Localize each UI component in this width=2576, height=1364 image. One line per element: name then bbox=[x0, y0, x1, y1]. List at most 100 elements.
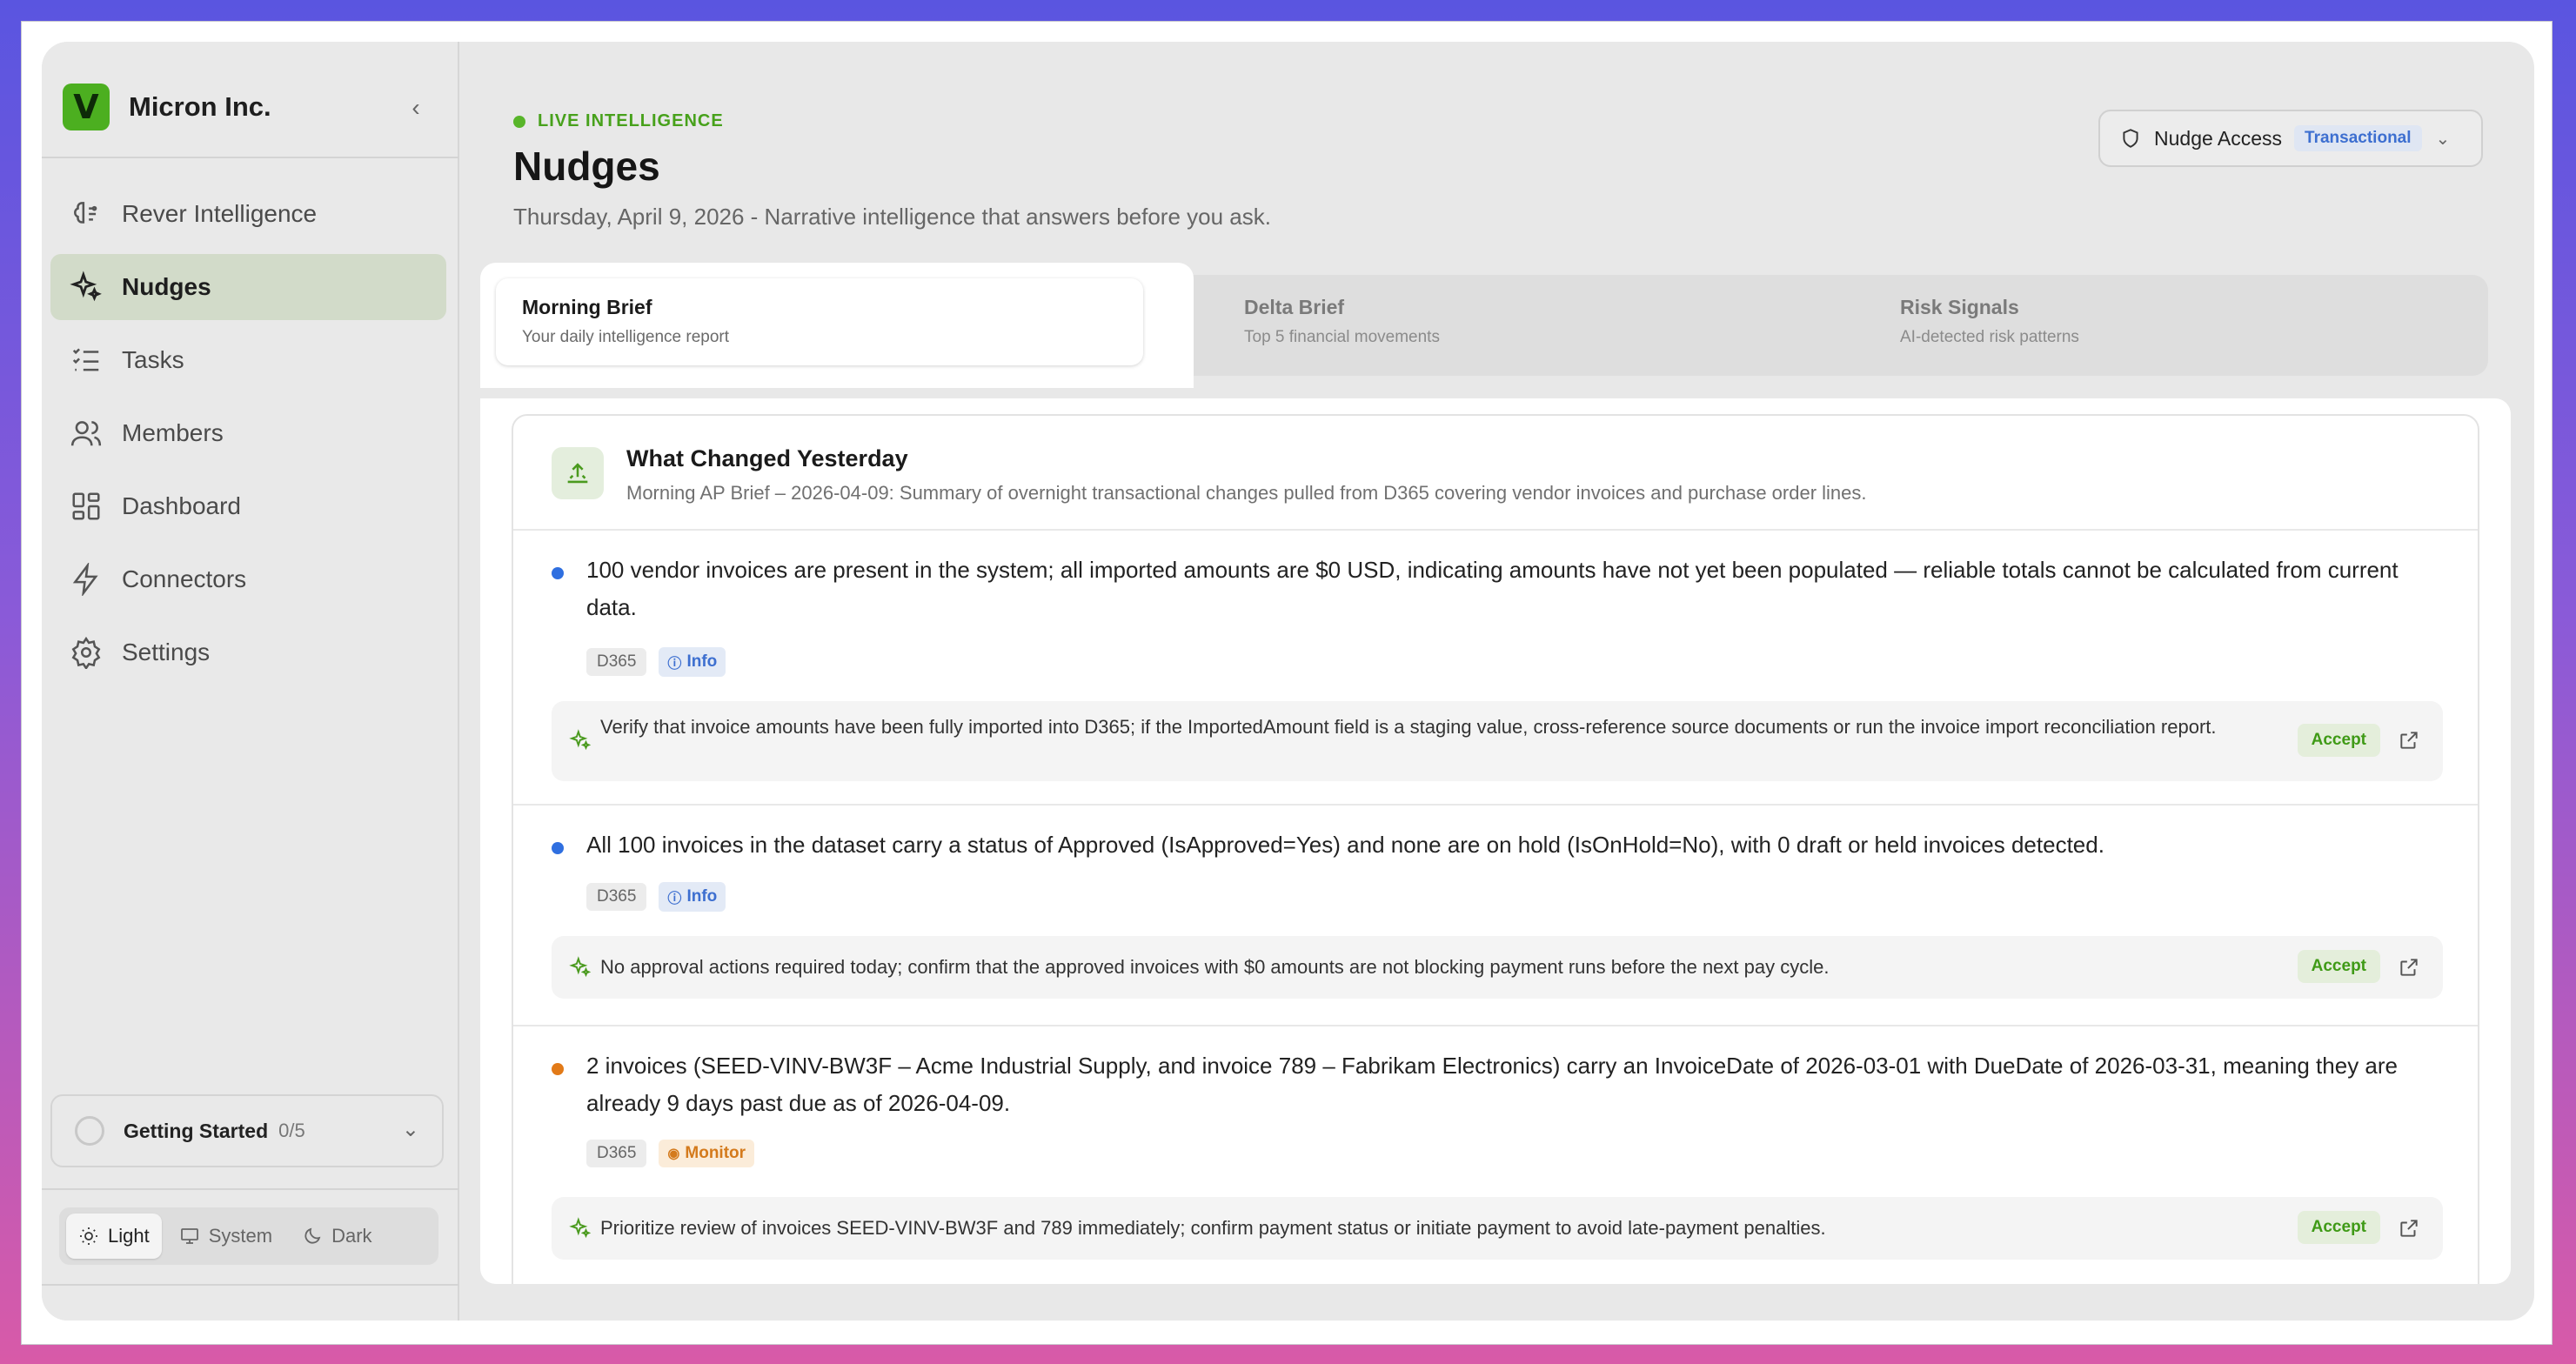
theme-light-label: Light bbox=[108, 1225, 150, 1247]
divider bbox=[42, 157, 459, 158]
tab-delta-brief[interactable]: Delta Brief Top 5 financial movements bbox=[1218, 278, 1827, 365]
sidebar-item-tasks[interactable]: Tasks bbox=[50, 327, 446, 393]
nudge-access-dropdown[interactable]: Nudge Access Transactional ⌄ bbox=[2098, 110, 2483, 167]
external-link-icon[interactable] bbox=[2398, 729, 2420, 752]
sidebar-item-dashboard[interactable]: Dashboard bbox=[50, 473, 446, 539]
level-label: Info bbox=[686, 887, 718, 906]
nudge-access-label: Nudge Access bbox=[2154, 126, 2283, 150]
progress-ring bbox=[75, 1116, 104, 1146]
shield-icon bbox=[2123, 129, 2138, 148]
item-text: 2 invoices (SEED-VINV-BW3F – Acme Indust… bbox=[586, 1053, 2398, 1116]
sun-icon bbox=[80, 1227, 97, 1245]
getting-started-label: Getting Started bbox=[124, 1119, 269, 1142]
recommendation-text: Prioritize review of invoices SEED-VINV-… bbox=[600, 1217, 1826, 1239]
item-tags: D365 ⓘ Info bbox=[586, 647, 726, 677]
sidebar-item-settings[interactable]: Settings bbox=[50, 619, 446, 685]
item-text: All 100 invoices in the dataset carry a … bbox=[586, 832, 2104, 858]
moon-icon bbox=[304, 1227, 321, 1244]
source-tag: D365 bbox=[586, 1140, 647, 1167]
info-bullet bbox=[552, 842, 564, 854]
getting-started[interactable]: Getting Started 0/5 ⌄ bbox=[50, 1094, 444, 1167]
list-item: 100 vendor invoices are present in the s… bbox=[513, 531, 2478, 806]
gear-icon bbox=[71, 636, 101, 669]
level-badge: ◉ Monitor bbox=[659, 1140, 755, 1167]
level-label: Monitor bbox=[685, 1144, 746, 1162]
card-title: What Changed Yesterday bbox=[626, 445, 908, 471]
theme-light-button[interactable]: Light bbox=[66, 1214, 162, 1259]
sidebar-item-label: Dashboard bbox=[122, 492, 241, 519]
recommendation: Verify that invoice amounts have been fu… bbox=[552, 701, 2443, 781]
collapse-sidebar-icon[interactable]: ‹ bbox=[398, 90, 433, 125]
info-bullet bbox=[552, 567, 564, 579]
sidebar-item-label: Settings bbox=[122, 639, 211, 665]
sparkles-icon bbox=[70, 271, 102, 302]
getting-started-count: 0/5 bbox=[278, 1120, 305, 1141]
item-tags: D365 ⓘ Info bbox=[586, 882, 726, 912]
recommendation: No approval actions required today; conf… bbox=[552, 936, 2443, 999]
level-badge: ⓘ Info bbox=[659, 647, 726, 677]
info-icon: ⓘ bbox=[667, 892, 682, 906]
tab-title: Risk Signals bbox=[1900, 296, 2019, 318]
tab-title: Delta Brief bbox=[1244, 296, 1345, 318]
theme-dark-button[interactable]: Dark bbox=[290, 1214, 384, 1259]
level-badge: ⓘ Info bbox=[659, 882, 726, 912]
page-subtitle: Thursday, April 9, 2026 - Narrative inte… bbox=[513, 204, 1271, 230]
sidebar-item-members[interactable]: Members bbox=[50, 400, 446, 466]
access-level-badge: Transactional bbox=[2294, 125, 2422, 151]
dashboard-icon bbox=[72, 492, 100, 520]
sidebar-item-label: Rever Intelligence bbox=[122, 200, 318, 227]
accept-button[interactable]: Accept bbox=[2297, 724, 2380, 757]
list-item: All 100 invoices in the dataset carry a … bbox=[513, 806, 2478, 1026]
divider bbox=[42, 1188, 459, 1190]
tab-risk-signals[interactable]: Risk Signals AI-detected risk patterns bbox=[1874, 278, 2466, 365]
level-label: Info bbox=[686, 652, 718, 671]
info-icon: ⓘ bbox=[667, 657, 682, 672]
tab-subtitle: Top 5 financial movements bbox=[1244, 328, 1440, 346]
sparkles-icon bbox=[569, 1217, 592, 1239]
chevron-down-icon: ⌄ bbox=[401, 1118, 419, 1141]
sidebar-nav: Rever Intelligence Nudges Tasks Members … bbox=[50, 181, 446, 692]
sparkles-icon bbox=[569, 729, 592, 751]
logo: V bbox=[63, 84, 110, 130]
sidebar: V Micron Inc. ‹ Rever Intelligence Nudge… bbox=[42, 42, 459, 1321]
theme-system-label: System bbox=[208, 1225, 273, 1247]
live-indicator: LIVE INTELLIGENCE bbox=[513, 111, 724, 131]
card-subtitle: Morning AP Brief – 2026-04-09: Summary o… bbox=[626, 482, 1867, 504]
app-window: V Micron Inc. ‹ Rever Intelligence Nudge… bbox=[42, 42, 2534, 1321]
sidebar-item-connectors[interactable]: Connectors bbox=[50, 546, 446, 612]
bolt-icon bbox=[72, 563, 98, 596]
sidebar-item-nudges[interactable]: Nudges bbox=[50, 254, 446, 320]
brief-panel: What Changed Yesterday Morning AP Brief … bbox=[480, 398, 2511, 1284]
checklist-icon bbox=[72, 348, 99, 371]
tab-subtitle: Your daily intelligence report bbox=[522, 328, 730, 346]
divider bbox=[42, 1284, 459, 1286]
sidebar-item-label: Connectors bbox=[122, 565, 247, 592]
sidebar-item-label: Tasks bbox=[122, 346, 184, 373]
tab-title: Morning Brief bbox=[522, 296, 652, 318]
upload-chart-icon bbox=[552, 447, 604, 499]
sidebar-item-label: Nudges bbox=[122, 273, 211, 300]
eye-icon: ◉ bbox=[667, 1147, 680, 1161]
sidebar-item-rever-intelligence[interactable]: Rever Intelligence bbox=[50, 181, 446, 247]
external-link-icon[interactable] bbox=[2398, 956, 2420, 979]
sparkles-icon bbox=[569, 956, 592, 978]
recommendation-text: No approval actions required today; conf… bbox=[600, 956, 1830, 978]
sidebar-item-label: Members bbox=[122, 419, 224, 446]
brand[interactable]: V Micron Inc. bbox=[63, 84, 271, 130]
external-link-icon[interactable] bbox=[2398, 1217, 2420, 1240]
tab-morning-brief[interactable]: Morning Brief Your daily intelligence re… bbox=[496, 278, 1143, 365]
users-icon bbox=[70, 421, 102, 446]
accept-button[interactable]: Accept bbox=[2297, 1211, 2380, 1244]
source-tag: D365 bbox=[586, 648, 647, 676]
tab-subtitle: AI-detected risk patterns bbox=[1900, 328, 2079, 346]
accept-button[interactable]: Accept bbox=[2297, 950, 2380, 983]
item-tags: D365 ◉ Monitor bbox=[586, 1140, 755, 1167]
theme-system-button[interactable]: System bbox=[167, 1214, 284, 1259]
recommendation: Prioritize review of invoices SEED-VINV-… bbox=[552, 1197, 2443, 1260]
brain-icon bbox=[74, 202, 97, 224]
org-name: Micron Inc. bbox=[129, 91, 271, 122]
what-changed-card: What Changed Yesterday Morning AP Brief … bbox=[512, 414, 2479, 1284]
theme-switcher: Light System Dark bbox=[59, 1207, 438, 1265]
source-tag: D365 bbox=[586, 883, 647, 911]
monitor-icon bbox=[180, 1228, 198, 1244]
